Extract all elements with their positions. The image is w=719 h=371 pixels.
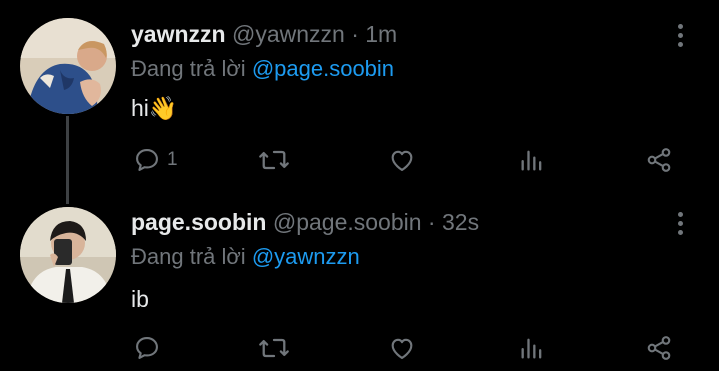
reply-prefix: Đang trả lời <box>131 244 246 269</box>
timestamp[interactable]: 32s <box>442 209 479 235</box>
avatar[interactable] <box>20 207 116 303</box>
heart-icon <box>391 338 413 359</box>
action-bar <box>0 331 719 365</box>
reply-context: Đang trả lời @yawnzzn <box>131 244 360 270</box>
like-button[interactable] <box>388 331 416 365</box>
retweet-icon <box>259 338 289 358</box>
user-handle[interactable]: @page.soobin <box>273 209 422 235</box>
comment-icon <box>136 337 158 359</box>
more-vertical-icon[interactable] <box>675 212 685 238</box>
avatar-photo <box>20 207 116 303</box>
mention-link[interactable]: @yawnzzn <box>252 244 360 269</box>
separator: · <box>427 209 436 235</box>
tweet-text: ib <box>131 286 149 312</box>
reply-button[interactable] <box>133 331 167 365</box>
analytics-icon <box>521 338 542 359</box>
display-name[interactable]: page.soobin <box>131 209 266 235</box>
analytics-button[interactable] <box>518 331 546 365</box>
share-icon <box>647 336 671 360</box>
retweet-button[interactable] <box>258 331 290 365</box>
tweet-header: page.soobin @page.soobin · 32s <box>131 209 479 236</box>
share-button[interactable] <box>645 331 673 365</box>
tweet[interactable]: page.soobin @page.soobin · 32s Đang trả … <box>0 0 719 360</box>
